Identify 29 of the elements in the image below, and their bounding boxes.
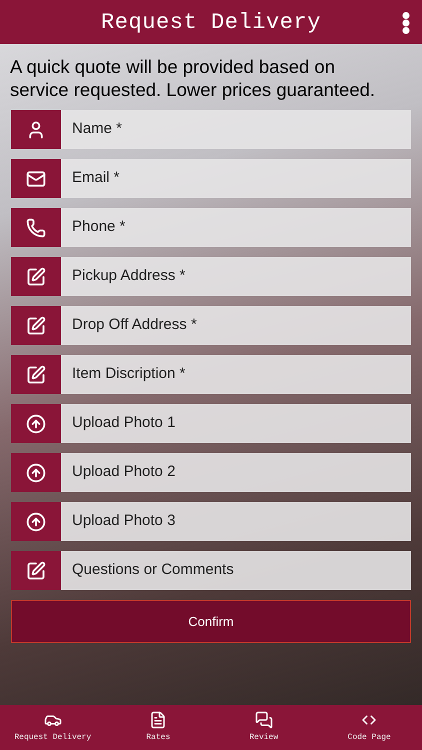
input-field[interactable]: Drop Off Address *: [61, 306, 411, 345]
nav-tab[interactable]: Rates: [106, 705, 211, 750]
nav-tab[interactable]: Review: [211, 705, 316, 750]
nav-tab[interactable]: Request Delivery: [0, 705, 106, 750]
input-field[interactable]: Upload Photo 3: [61, 502, 411, 541]
edit-icon: [26, 316, 46, 336]
document-icon: [149, 711, 168, 729]
upload-icon: [26, 414, 46, 434]
input-field[interactable]: Pickup Address *: [61, 257, 411, 296]
header-title: Request Delivery: [100, 8, 322, 36]
confirm-button[interactable]: Confirm: [11, 600, 411, 643]
input-field[interactable]: Upload Photo 1: [61, 404, 411, 443]
edit-icon: [26, 266, 46, 286]
nav-tab[interactable]: Code Page: [316, 705, 422, 750]
menu-icon: [402, 12, 410, 34]
intro-text: A quick quote will be provided based on service requested. Lower prices guaranteed.: [9, 55, 376, 101]
chat-icon: [254, 711, 273, 729]
mail-icon: [26, 168, 46, 188]
edit-icon: [26, 560, 46, 580]
input-field[interactable]: Name *: [61, 110, 411, 149]
upload-icon: [26, 462, 46, 482]
input-field[interactable]: Item Discription *: [61, 355, 411, 394]
input-field[interactable]: Questions or Comments: [61, 551, 411, 590]
input-field[interactable]: Upload Photo 2: [61, 453, 411, 492]
edit-icon: [26, 364, 46, 384]
upload-icon: [26, 512, 46, 532]
input-field[interactable]: Email *: [61, 159, 411, 198]
input-field[interactable]: Phone *: [61, 208, 411, 247]
phone-icon: [26, 218, 46, 238]
